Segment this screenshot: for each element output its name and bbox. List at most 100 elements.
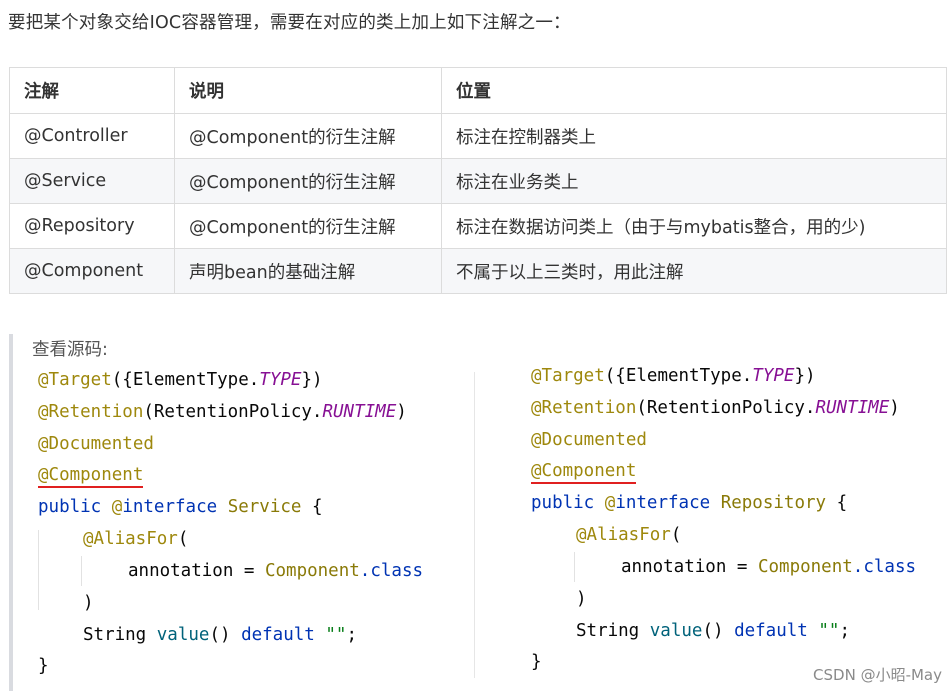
code-token: @AliasFor [576,525,671,545]
code-line: } [531,646,542,678]
code-token: @ [604,493,616,513]
code-token: @Documented [531,430,647,450]
table-cell: 不属于以上三类时，用此注解 [441,248,947,294]
code-line: @Retention(RetentionPolicy.RUNTIME) [531,392,900,424]
underlined-component-annotation: @Component [38,465,144,488]
table-row: @Service @Component的衍生注解 标注在业务类上 [9,158,947,204]
code-token: public [531,493,595,513]
code-token: () [209,625,231,645]
code-token: TYPE [259,370,302,390]
table-cell: @Service [9,158,175,204]
underlined-component-annotation: @Component [531,461,637,484]
code-token: "" [818,621,840,641]
code-token: } [38,656,49,676]
indent-guide [38,530,39,610]
code-token: @Target [531,366,605,386]
code-token: ( [177,529,189,549]
code-token: Service [227,497,302,517]
code-line: @AliasFor( [83,523,188,555]
table-cell: @Component的衍生注解 [174,203,442,249]
code-token: RUNTIME [322,402,397,422]
code-token: @Retention [531,398,637,418]
code-line: @Component [38,459,144,491]
code-token: .class [359,561,424,581]
code-line: @Target({ElementType.TYPE}) [38,364,323,396]
code-line: String value() default ""; [83,619,357,651]
code-token: Repository [720,493,827,513]
code-token: { [836,493,848,513]
code-token: ( [670,525,682,545]
header-location: 位置 [441,67,947,114]
code-line: @Documented [531,424,647,456]
table-cell: @Controller [9,113,175,159]
table-cell: @Component的衍生注解 [174,113,442,159]
code-line: @AliasFor( [576,519,681,551]
table-row: @Component 声明bean的基础注解 不属于以上三类时，用此注解 [9,248,947,294]
code-token: String [576,621,640,641]
code-token: } [531,652,542,672]
code-token: Component [264,561,360,581]
source-label: 查看源码: [32,340,108,360]
code-token: ) [576,589,587,609]
code-token: @Retention [38,402,144,422]
code-token: .class [852,557,917,577]
table-cell: 标注在控制器类上 [441,113,947,159]
code-token: value [156,625,210,645]
indent-guide [81,556,82,586]
code-token: @Documented [38,434,154,454]
annotation-table: 注解 说明 位置 @Controller @Component的衍生注解 标注在… [9,67,947,294]
code-token: }) [301,370,323,390]
code-line: ) [83,587,94,619]
code-token: @Target [38,370,112,390]
code-token: default [241,625,315,645]
code-line: ) [576,583,587,615]
code-line: @Retention(RetentionPolicy.RUNTIME) [38,396,407,428]
code-token: ) [83,593,94,613]
code-line: public @interface Service { [38,491,323,523]
table-cell: @Component的衍生注解 [174,158,442,204]
table-row: @Repository @Component的衍生注解 标注在数据访问类上（由于… [9,203,947,249]
code-token: () [702,621,724,641]
header-annotation: 注解 [9,67,175,114]
table-cell: 声明bean的基础注解 [174,248,442,294]
code-token: String [83,625,147,645]
code-token: }) [794,366,816,386]
code-panel-divider [474,372,475,678]
intro-text: 要把某个对象交给IOC容器管理，需要在对应的类上加上如下注解之一： [8,13,571,33]
code-token: ({ElementType. [111,370,260,390]
code-token: annotation = [621,557,758,577]
code-token: ) [396,402,407,422]
table-cell: 标注在数据访问类上（由于与mybatis整合，用的少) [441,203,947,249]
code-token: (RetentionPolicy. [143,402,323,422]
code-token: "" [325,625,347,645]
code-line: @Component [531,455,637,487]
indent-guide [574,552,575,582]
code-token: (RetentionPolicy. [636,398,816,418]
table-cell: 标注在业务类上 [441,158,947,204]
code-panel-repository: @Target({ElementType.TYPE}) @Retention(R… [531,360,916,672]
code-token: ; [839,621,851,641]
table-row: @Controller @Component的衍生注解 标注在控制器类上 [9,113,947,159]
code-line: public @interface Repository { [531,487,847,519]
watermark: CSDN @小昭-May [813,666,942,684]
code-line: annotation = Component.class [621,551,916,583]
code-token: ({ElementType. [604,366,753,386]
code-token: Component [757,557,853,577]
code-token: TYPE [752,366,795,386]
code-panel-service: @Target({ElementType.TYPE}) @Retention(R… [38,364,423,676]
code-token: { [312,497,323,517]
code-line: @Target({ElementType.TYPE}) [531,360,816,392]
code-token: ; [346,625,358,645]
code-token: public [38,497,102,517]
code-token: interface [122,497,218,517]
code-token: @ [111,497,123,517]
code-token: RUNTIME [815,398,890,418]
code-token: default [734,621,808,641]
table-header-row: 注解 说明 位置 [9,67,947,114]
code-token: interface [615,493,711,513]
code-line: annotation = Component.class [128,555,423,587]
header-description: 说明 [174,67,442,114]
code-line: } [38,650,49,682]
code-token: ) [889,398,900,418]
code-line: @Documented [38,428,154,460]
